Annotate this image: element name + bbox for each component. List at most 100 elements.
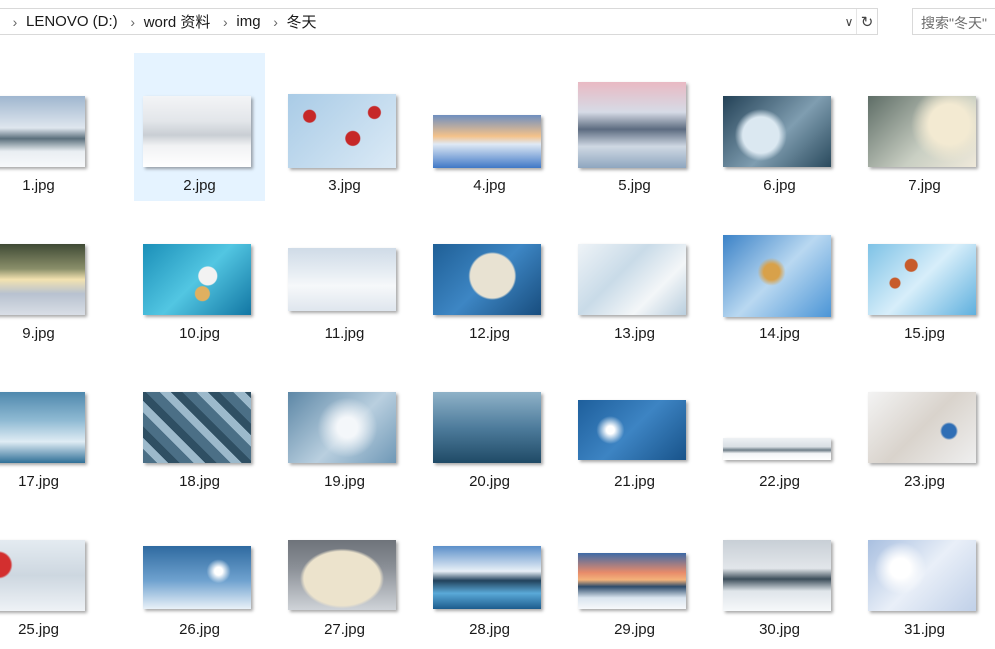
file-name-label[interactable]: 11.jpg bbox=[279, 325, 410, 342]
file-name-label[interactable]: 13.jpg bbox=[569, 325, 700, 342]
file-item[interactable]: 19.jpg bbox=[279, 349, 410, 497]
image-thumbnail[interactable] bbox=[0, 392, 85, 463]
file-item[interactable]: 28.jpg bbox=[424, 497, 555, 645]
file-item[interactable]: 10.jpg bbox=[134, 201, 265, 349]
file-item[interactable]: 25.jpg bbox=[0, 497, 104, 645]
file-item[interactable]: 17.jpg bbox=[0, 349, 104, 497]
file-name-label[interactable]: 5.jpg bbox=[569, 177, 700, 194]
image-thumbnail[interactable] bbox=[433, 392, 541, 463]
file-item[interactable]: 7.jpg bbox=[859, 53, 990, 201]
file-name-label[interactable]: 2.jpg bbox=[134, 177, 265, 194]
chevron-right-icon[interactable]: › bbox=[6, 14, 24, 30]
refresh-icon[interactable]: ↻ bbox=[856, 9, 877, 34]
file-item[interactable]: 3.jpg bbox=[279, 53, 410, 201]
thumbnail-area bbox=[134, 497, 265, 619]
file-name-label[interactable]: 25.jpg bbox=[0, 621, 104, 638]
file-name-label[interactable]: 28.jpg bbox=[424, 621, 555, 638]
file-name-label[interactable]: 22.jpg bbox=[714, 473, 845, 490]
image-thumbnail[interactable] bbox=[723, 235, 831, 317]
image-thumbnail[interactable] bbox=[0, 244, 85, 315]
thumbnail-area bbox=[859, 497, 990, 619]
image-thumbnail[interactable] bbox=[723, 540, 831, 611]
image-thumbnail[interactable] bbox=[288, 392, 396, 463]
thumbnail-area bbox=[569, 349, 700, 471]
image-thumbnail[interactable] bbox=[578, 553, 686, 609]
file-name-label[interactable]: 12.jpg bbox=[424, 325, 555, 342]
image-thumbnail[interactable] bbox=[723, 438, 831, 460]
image-thumbnail[interactable] bbox=[433, 546, 541, 609]
image-thumbnail[interactable] bbox=[868, 392, 976, 463]
file-item[interactable]: 30.jpg bbox=[714, 497, 845, 645]
file-item[interactable]: 22.jpg bbox=[714, 349, 845, 497]
file-name-label[interactable]: 30.jpg bbox=[714, 621, 845, 638]
file-name-label[interactable]: 15.jpg bbox=[859, 325, 990, 342]
breadcrumb-item-drive[interactable]: LENOVO (D:) bbox=[24, 13, 124, 30]
file-item[interactable]: 15.jpg bbox=[859, 201, 990, 349]
image-thumbnail[interactable] bbox=[143, 96, 251, 167]
file-name-label[interactable]: 18.jpg bbox=[134, 473, 265, 490]
file-item[interactable]: 12.jpg bbox=[424, 201, 555, 349]
file-name-label[interactable]: 7.jpg bbox=[859, 177, 990, 194]
address-bar[interactable]: › LENOVO (D:) › word 资料 › img › 冬天 ∨ ↻ bbox=[0, 8, 878, 35]
file-item[interactable]: 4.jpg bbox=[424, 53, 555, 201]
file-item[interactable]: 18.jpg bbox=[134, 349, 265, 497]
file-name-label[interactable]: 26.jpg bbox=[134, 621, 265, 638]
file-name-label[interactable]: 19.jpg bbox=[279, 473, 410, 490]
file-item[interactable]: 23.jpg bbox=[859, 349, 990, 497]
breadcrumb-item-img[interactable]: img bbox=[234, 13, 266, 30]
image-thumbnail[interactable] bbox=[868, 244, 976, 315]
file-name-label[interactable]: 14.jpg bbox=[714, 325, 845, 342]
file-item[interactable]: 29.jpg bbox=[569, 497, 700, 645]
file-item[interactable]: 26.jpg bbox=[134, 497, 265, 645]
file-name-label[interactable]: 1.jpg bbox=[0, 177, 104, 194]
file-name-label[interactable]: 9.jpg bbox=[0, 325, 104, 342]
file-item[interactable]: 13.jpg bbox=[569, 201, 700, 349]
file-item[interactable]: 1.jpg bbox=[0, 53, 104, 201]
file-item[interactable]: 11.jpg bbox=[279, 201, 410, 349]
file-name-label[interactable]: 3.jpg bbox=[279, 177, 410, 194]
breadcrumb-item-current[interactable]: 冬天 bbox=[285, 11, 323, 32]
file-item[interactable]: 20.jpg bbox=[424, 349, 555, 497]
file-item[interactable]: 27.jpg bbox=[279, 497, 410, 645]
image-thumbnail[interactable] bbox=[578, 82, 686, 168]
file-item[interactable]: 31.jpg bbox=[859, 497, 990, 645]
file-name-label[interactable]: 4.jpg bbox=[424, 177, 555, 194]
chevron-down-icon[interactable]: ∨ bbox=[841, 9, 857, 34]
file-item[interactable]: 6.jpg bbox=[714, 53, 845, 201]
image-thumbnail[interactable] bbox=[143, 244, 251, 315]
breadcrumb-item-word[interactable]: word 资料 bbox=[142, 11, 217, 32]
image-thumbnail[interactable] bbox=[723, 96, 831, 167]
chevron-right-icon[interactable]: › bbox=[267, 14, 285, 30]
chevron-right-icon[interactable]: › bbox=[124, 14, 142, 30]
file-item[interactable]: 21.jpg bbox=[569, 349, 700, 497]
file-name-label[interactable]: 6.jpg bbox=[714, 177, 845, 194]
file-name-label[interactable]: 29.jpg bbox=[569, 621, 700, 638]
file-item[interactable]: 5.jpg bbox=[569, 53, 700, 201]
thumbnail-area bbox=[0, 53, 104, 175]
file-name-label[interactable]: 31.jpg bbox=[859, 621, 990, 638]
image-thumbnail[interactable] bbox=[578, 244, 686, 315]
file-name-label[interactable]: 10.jpg bbox=[134, 325, 265, 342]
file-name-label[interactable]: 17.jpg bbox=[0, 473, 104, 490]
image-thumbnail[interactable] bbox=[143, 392, 251, 463]
image-thumbnail[interactable] bbox=[868, 540, 976, 611]
image-thumbnail[interactable] bbox=[288, 540, 396, 610]
image-thumbnail[interactable] bbox=[288, 248, 396, 311]
chevron-right-icon[interactable]: › bbox=[216, 14, 234, 30]
image-thumbnail[interactable] bbox=[0, 96, 85, 167]
image-thumbnail[interactable] bbox=[0, 540, 85, 611]
search-input[interactable]: 搜索"冬天" bbox=[912, 8, 995, 35]
image-thumbnail[interactable] bbox=[288, 94, 396, 168]
file-name-label[interactable]: 21.jpg bbox=[569, 473, 700, 490]
image-thumbnail[interactable] bbox=[578, 400, 686, 460]
image-thumbnail[interactable] bbox=[143, 546, 251, 609]
image-thumbnail[interactable] bbox=[433, 115, 541, 168]
image-thumbnail[interactable] bbox=[433, 244, 541, 315]
file-name-label[interactable]: 23.jpg bbox=[859, 473, 990, 490]
file-name-label[interactable]: 20.jpg bbox=[424, 473, 555, 490]
file-item[interactable]: 14.jpg bbox=[714, 201, 845, 349]
file-item[interactable]: 9.jpg bbox=[0, 201, 104, 349]
image-thumbnail[interactable] bbox=[868, 96, 976, 167]
file-name-label[interactable]: 27.jpg bbox=[279, 621, 410, 638]
file-item[interactable]: 2.jpg bbox=[134, 53, 265, 201]
